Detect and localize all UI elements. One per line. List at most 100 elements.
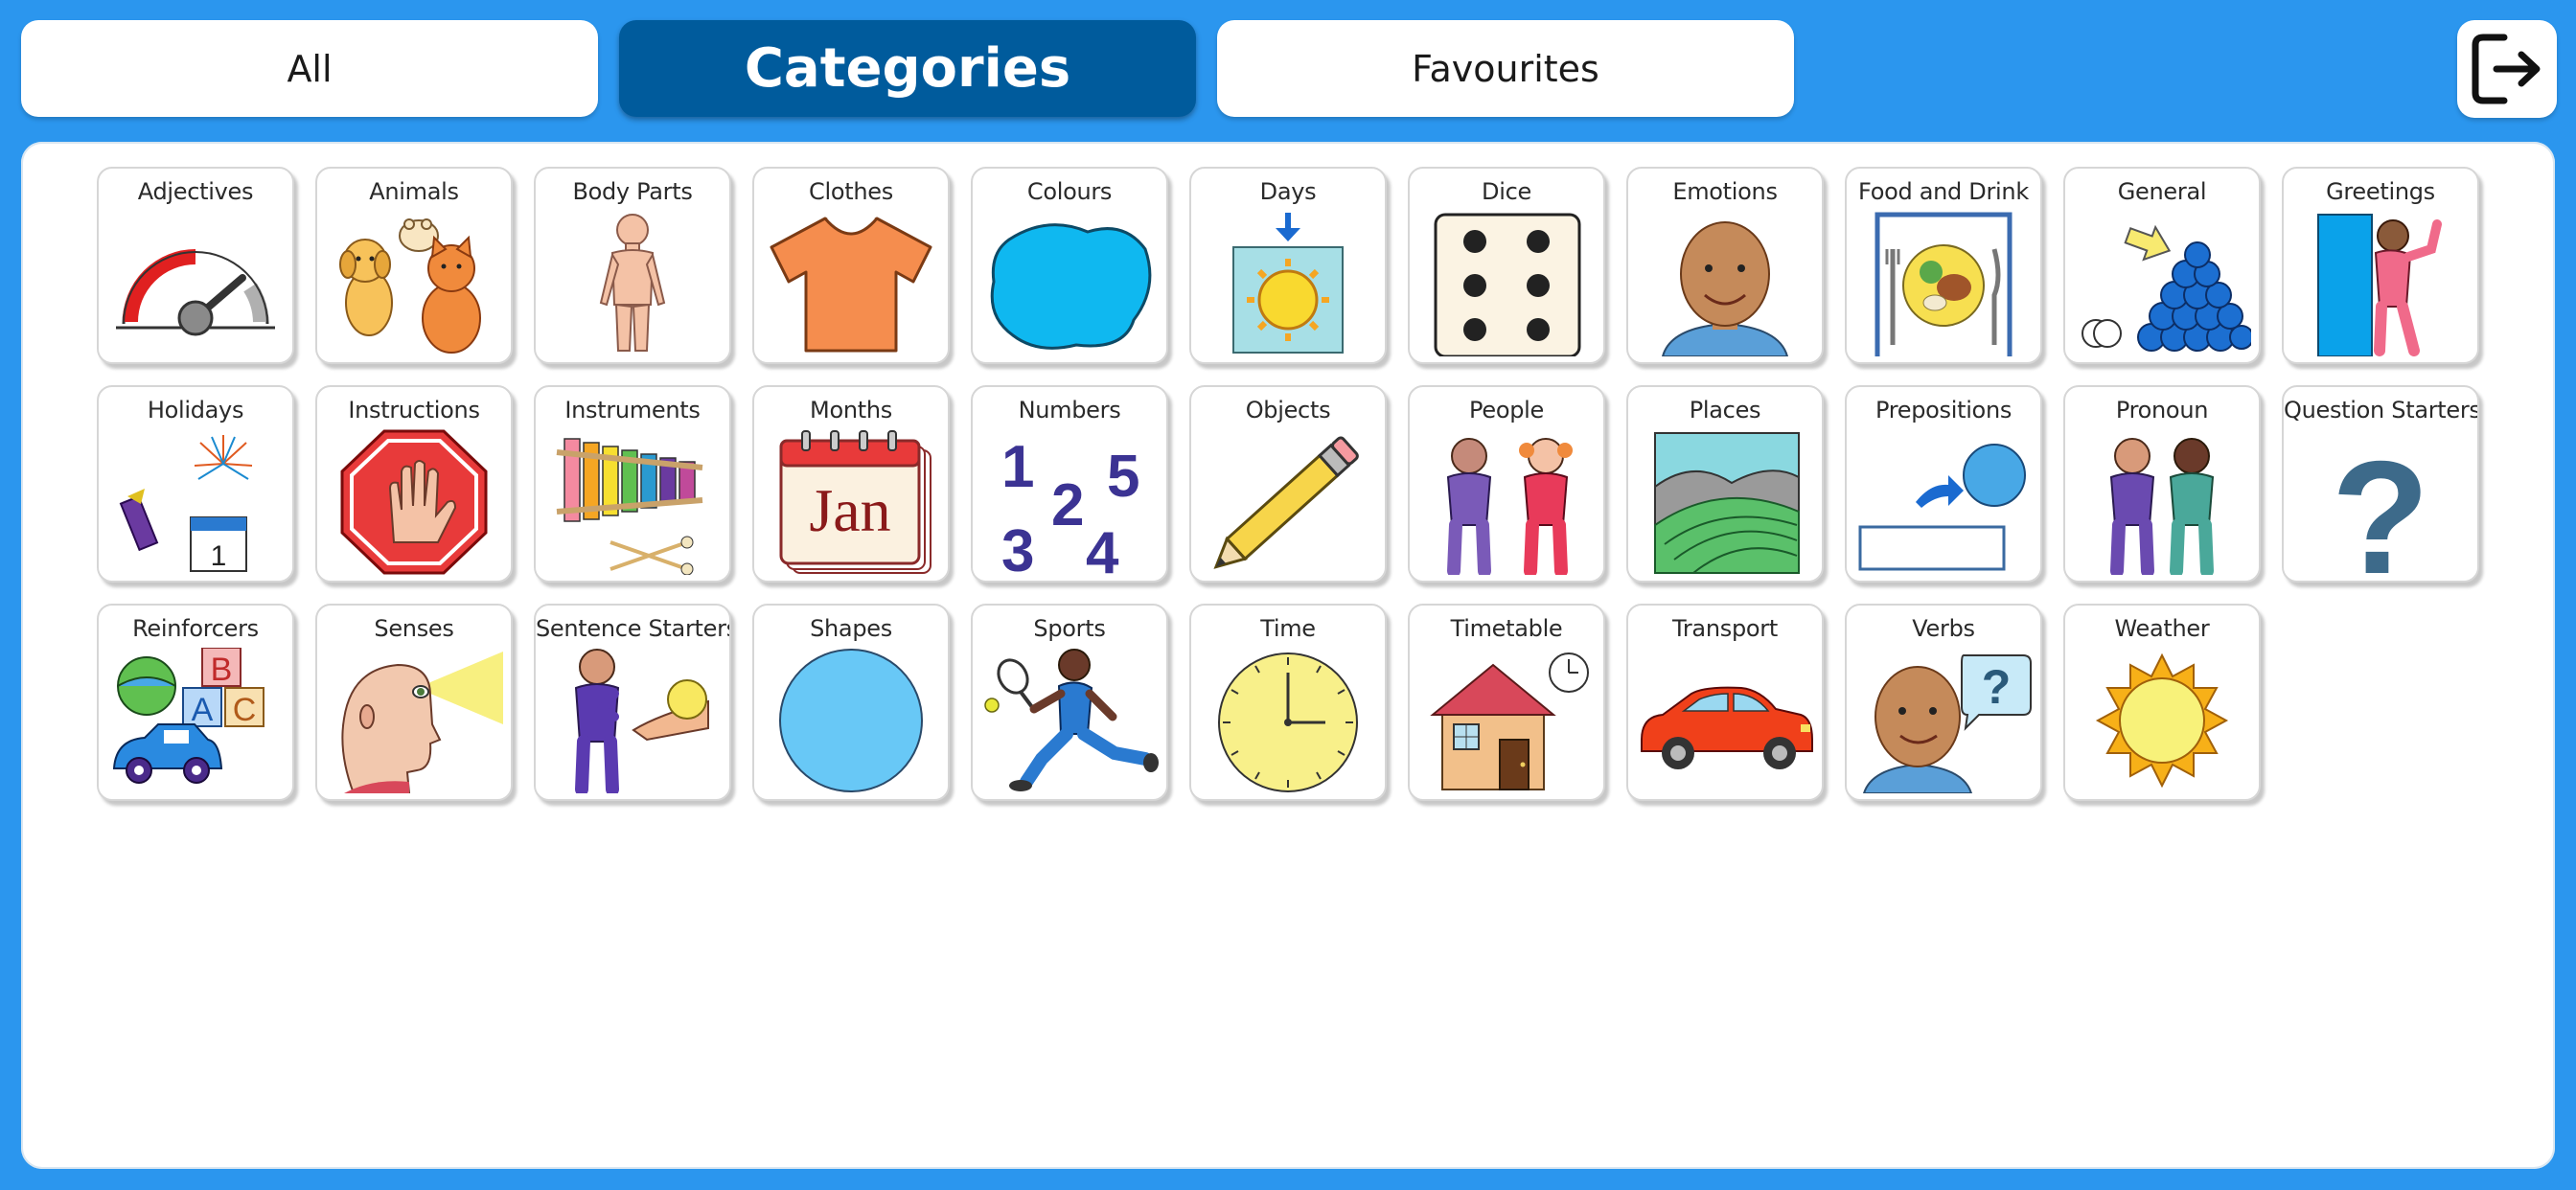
category-card-prepositions[interactable]: Prepositions [1845, 385, 2042, 583]
category-label: General [2117, 178, 2207, 205]
category-label: Adjectives [137, 178, 254, 205]
category-card-greetings[interactable]: Greetings [2282, 167, 2479, 364]
stop-hand-icon [325, 429, 503, 575]
thinking-person-icon: ? [1854, 648, 2033, 793]
category-label: Body Parts [572, 178, 693, 205]
category-card-animals[interactable]: Animals [315, 167, 513, 364]
category-card-time[interactable]: Time [1189, 604, 1387, 801]
greeting-person-icon [2291, 211, 2470, 356]
category-card-general[interactable]: General [2063, 167, 2261, 364]
pencil-icon [1199, 429, 1377, 575]
category-label: Pronoun [2115, 397, 2209, 423]
category-card-objects[interactable]: Objects [1189, 385, 1387, 583]
category-label: Places [1689, 397, 1761, 423]
category-card-days[interactable]: Days [1189, 167, 1387, 364]
paint-blob-icon [980, 211, 1159, 356]
category-card-reinforcers[interactable]: Reinforcers B A C [97, 604, 294, 801]
category-card-clothes[interactable]: Clothes [752, 167, 950, 364]
category-label: Food and Drink [1858, 178, 2029, 205]
category-card-verbs[interactable]: Verbs ? [1845, 604, 2042, 801]
category-card-dice[interactable]: Dice [1408, 167, 1605, 364]
happy-face-icon [1636, 211, 1814, 356]
senses-icon [325, 648, 503, 793]
category-card-sentence-starters[interactable]: Sentence Starters [534, 604, 731, 801]
category-card-senses[interactable]: Senses [315, 604, 513, 801]
category-card-places[interactable]: Places [1626, 385, 1824, 583]
category-label: Instruments [564, 397, 701, 423]
category-card-instructions[interactable]: Instructions [315, 385, 513, 583]
category-card-question-starters[interactable]: Question Starters ? [2282, 385, 2479, 583]
clock-icon [1199, 648, 1377, 793]
category-label: Emotions [1672, 178, 1778, 205]
category-card-sports[interactable]: Sports [971, 604, 1168, 801]
category-label: Clothes [809, 178, 893, 205]
category-card-numbers[interactable]: Numbers 1 2 3 4 5 [971, 385, 1168, 583]
tab-favourites[interactable]: Favourites [1217, 20, 1794, 117]
holidays-icon: 1 [106, 429, 285, 575]
category-card-months[interactable]: Months Jan [752, 385, 950, 583]
sun-day-icon [1199, 211, 1377, 356]
category-card-food-and-drink[interactable]: Food and Drink [1845, 167, 2042, 364]
number-text: 2 [1051, 472, 1084, 538]
category-label: Timetable [1450, 615, 1563, 642]
t-shirt-icon [762, 211, 940, 356]
category-label: Sports [1033, 615, 1106, 642]
speech-question-text: ? [1982, 660, 2012, 714]
xylophone-icon [543, 429, 722, 575]
prepositions-icon [1854, 429, 2033, 575]
category-card-pronoun[interactable]: Pronoun [2063, 385, 2261, 583]
number-text: 3 [1001, 518, 1034, 575]
number-text: 1 [1001, 434, 1034, 500]
category-label: Shapes [810, 615, 892, 642]
category-card-transport[interactable]: Transport [1626, 604, 1824, 801]
tab-all[interactable]: All [21, 20, 598, 117]
question-mark-text: ? [2332, 429, 2430, 575]
category-label: Greetings [2326, 178, 2435, 205]
category-label: Weather [2114, 615, 2210, 642]
block-letter: A [192, 692, 214, 728]
category-label: Instructions [348, 397, 480, 423]
block-letter: C [233, 692, 257, 728]
category-label: Objects [1245, 397, 1331, 423]
category-card-colours[interactable]: Colours [971, 167, 1168, 364]
question-mark-icon: ? [2291, 429, 2470, 575]
general-icon [2073, 211, 2251, 356]
category-card-weather[interactable]: Weather [2063, 604, 2261, 801]
category-card-adjectives[interactable]: Adjectives [97, 167, 294, 364]
dice-icon [1417, 211, 1596, 356]
tab-categories[interactable]: Categories [619, 20, 1196, 117]
category-label: Prepositions [1874, 397, 2012, 423]
category-label: Colours [1026, 178, 1113, 205]
category-card-shapes[interactable]: Shapes [752, 604, 950, 801]
landscape-icon [1636, 429, 1814, 575]
body-icon [543, 211, 722, 356]
category-label: Verbs [1912, 615, 1975, 642]
category-label: Senses [374, 615, 454, 642]
category-label: Days [1259, 178, 1317, 205]
category-label: Dice [1482, 178, 1531, 205]
plate-icon [1854, 211, 2033, 356]
category-card-timetable[interactable]: Timetable [1408, 604, 1605, 801]
car-icon [1636, 648, 1814, 793]
exit-button[interactable] [2457, 20, 2557, 118]
exit-icon [2472, 34, 2541, 104]
category-card-holidays[interactable]: Holidays 1 [97, 385, 294, 583]
people-icon [1417, 429, 1596, 575]
category-card-emotions[interactable]: Emotions [1626, 167, 1824, 364]
category-label: Animals [369, 178, 459, 205]
category-card-instruments[interactable]: Instruments [534, 385, 731, 583]
block-letter: B [211, 652, 233, 688]
category-label: Numbers [1018, 397, 1121, 423]
numbers-icon: 1 2 3 4 5 [980, 429, 1159, 575]
month-text: Jan [809, 476, 890, 544]
category-label: Reinforcers [132, 615, 259, 642]
circle-shape-icon [762, 648, 940, 793]
category-card-body-parts[interactable]: Body Parts [534, 167, 731, 364]
category-label: Holidays [147, 397, 244, 423]
tennis-player-icon [980, 648, 1159, 793]
gauge-icon [106, 211, 285, 356]
category-label: Transport [1672, 615, 1778, 642]
toys-icon: B A C [106, 648, 285, 793]
category-card-people[interactable]: People [1408, 385, 1605, 583]
sun-icon [2073, 648, 2251, 793]
